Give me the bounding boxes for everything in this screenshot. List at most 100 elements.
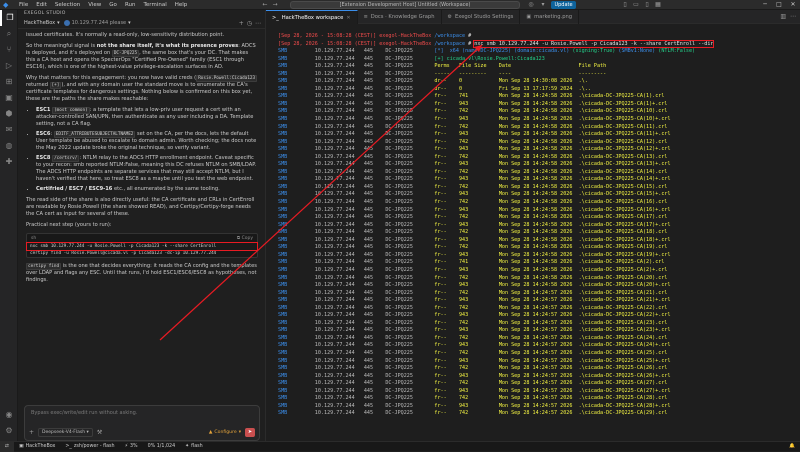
tab-docs-knowledge-graph[interactable]: ≡ Docs · Knowledge Graph — [358, 10, 442, 24]
dir-entry-line: SMB 10.129.77.244 445 DC-JPQ225 fr-- 943… — [278, 282, 671, 289]
server-tab-label: 10.129.77.244 please — [71, 20, 127, 26]
dir-entry-line: SMB 10.129.77.244 445 DC-JPQ225 dr-- 0 F… — [278, 85, 591, 92]
menu-selection[interactable]: Selection — [51, 0, 84, 10]
menu-help[interactable]: Help — [171, 0, 192, 10]
dir-entry-line: SMB 10.129.77.244 445 DC-JPQ225 fr-- 742… — [278, 380, 668, 387]
forward-arrow-icon[interactable]: → — [270, 0, 280, 10]
dir-entry-line: SMB 10.129.77.244 445 DC-JPQ225 fr-- 742… — [278, 395, 668, 402]
dir-entry-line: SMB 10.129.77.244 445 DC-JPQ225 fr-- 742… — [278, 108, 668, 115]
docs-icon: ≡ — [363, 14, 368, 20]
history-icon[interactable]: ◷ — [247, 20, 252, 27]
title-bar: ◆ File Edit Selection View Go Run Termin… — [0, 0, 800, 10]
status-tokens[interactable]: 0% 1/1,024 — [143, 442, 181, 452]
layout-customize-icon[interactable]: ▦ — [653, 0, 663, 10]
dir-entry-line: SMB 10.129.77.244 445 DC-JPQ225 fr-- 943… — [278, 206, 671, 213]
copy-code-button[interactable]: ⧉ Copy — [237, 235, 253, 242]
menu-run[interactable]: Run — [121, 0, 140, 10]
tab-exegol-settings[interactable]: ⚙ Exegol Studio Settings — [442, 10, 521, 24]
panel-tabs: HackTheBox ▾ 10.129.77.244 please ▾ + ◷ … — [18, 18, 265, 29]
smb-auth-line: SMB 10.129.77.244 445 DC-JPQ225 [+] cica… — [278, 55, 545, 62]
maximize-icon[interactable]: □ — [772, 0, 786, 10]
back-arrow-icon[interactable]: ← — [260, 0, 270, 10]
panel-header: EXEGOL STUDIO — [24, 11, 66, 16]
more-icon[interactable]: ⋯ — [255, 20, 261, 27]
layout-sidebar-left-icon[interactable]: ▯ — [620, 0, 630, 10]
tools-icon[interactable]: ⚒ — [97, 429, 102, 436]
close-tab-icon[interactable]: ✕ — [346, 15, 350, 21]
configure-button[interactable]: ▲ Configure ▾ — [209, 430, 241, 435]
code-line-nxc[interactable]: nxc smb 10.129.77.244 -u Rosie.Powell -p… — [26, 242, 258, 251]
chat-input-placeholder: Bypass exec/write/edit run without askin… — [31, 410, 138, 416]
editor-tabs: >_ HackTheBox workspace ✕ ≡ Docs · Knowl… — [266, 10, 800, 24]
account-icon[interactable]: ◉ — [0, 407, 18, 423]
extensions-icon[interactable]: ⊞ — [0, 74, 18, 90]
layout-sidebar-right-icon[interactable]: ▯ — [642, 0, 652, 10]
dir-entry-line: SMB 10.129.77.244 445 DC-JPQ225 fr-- 943… — [278, 357, 671, 364]
status-workspace[interactable]: ▣ HackTheBox — [14, 442, 60, 452]
warning-icon: ▲ — [208, 429, 213, 435]
explorer-icon[interactable]: ❐ — [0, 10, 18, 26]
menu-file[interactable]: File — [15, 0, 32, 10]
dir-entry-line: SMB 10.129.77.244 445 DC-JPQ225 fr-- 742… — [278, 274, 668, 281]
server-status-dot — [63, 20, 70, 26]
workspace-tab[interactable]: HackTheBox ▾ — [24, 20, 60, 26]
tab-hackthebox-workspace[interactable]: >_ HackTheBox workspace ✕ — [266, 10, 358, 24]
terminal-output[interactable]: [Sep 28, 2026 - 15:08:28 (CEST)] exegol-… — [266, 24, 800, 441]
dir-dash-line: SMB 10.129.77.244 445 DC-JPQ225 ----- --… — [278, 70, 607, 77]
model-selector[interactable]: Deepseek-V4-Flash ▾ — [38, 427, 93, 437]
layout-panel-icon[interactable]: ▭ — [631, 0, 641, 10]
update-button[interactable]: Update — [551, 1, 576, 9]
chat-icon[interactable]: ✉ — [0, 122, 18, 138]
notifications-icon[interactable]: 🔔 — [784, 442, 800, 452]
settings-gear-icon[interactable]: ⚙ — [0, 423, 18, 439]
cpu-icon: ⚡ — [124, 443, 128, 449]
code-line-certipy[interactable]: certipy find -u Rosie.Powell@cicada.vl -… — [27, 250, 257, 257]
dir-entry-line: SMB 10.129.77.244 445 DC-JPQ225 fr-- 943… — [278, 191, 671, 198]
dir-entry-line: SMB 10.129.77.244 445 DC-JPQ225 fr-- 742… — [278, 410, 668, 417]
menu-go[interactable]: Go — [105, 0, 121, 10]
terminal-small-icon: >_ — [65, 443, 72, 449]
source-control-icon[interactable]: ⑂ — [0, 42, 18, 58]
dir-entry-line: SMB 10.129.77.244 445 DC-JPQ225 fr-- 742… — [278, 289, 668, 296]
command-center[interactable]: [Extension Development Host] Untitled (W… — [290, 1, 520, 9]
chat-input[interactable]: Bypass exec/write/edit run without askin… — [24, 405, 260, 441]
split-editor-icon[interactable]: ▥ — [780, 13, 786, 20]
code-block: sh ⧉ Copy nxc smb 10.129.77.244 -u Rosie… — [26, 233, 258, 258]
window-title: [Extension Development Host] Untitled (W… — [339, 2, 471, 8]
menu-terminal[interactable]: Terminal — [139, 0, 170, 10]
more-actions-icon[interactable]: ⋯ — [790, 13, 796, 20]
activity-bar: ❐ ⌕ ⑂ ▷ ⊞ ▣ ⬢ ✉ ◍ ✚ ◉ ⚙ — [0, 10, 18, 441]
new-chat-icon[interactable]: + — [239, 20, 244, 27]
status-shell[interactable]: >_ zsh/power - flash — [60, 442, 119, 452]
copilot-icon[interactable]: ◎ — [526, 0, 536, 10]
chat-paragraph: Why that matters for this engagement: yo… — [26, 75, 258, 102]
menu-edit[interactable]: Edit — [32, 0, 51, 10]
dir-entry-line: SMB 10.129.77.244 445 DC-JPQ225 fr-- 742… — [278, 229, 668, 236]
globe-icon[interactable]: ◍ — [0, 138, 18, 154]
run-debug-icon[interactable]: ▷ — [0, 58, 18, 74]
chevron-down-icon[interactable]: ▾ — [538, 0, 548, 10]
menu-view[interactable]: View — [84, 0, 105, 10]
dir-entry-line: SMB 10.129.77.244 445 DC-JPQ225 fr-- 742… — [278, 244, 668, 251]
list-item: ESC6: EDITF_ATTRIBUTESUBJECTALTNAME2 set… — [36, 131, 258, 152]
dir-entry-line: SMB 10.129.77.244 445 DC-JPQ225 fr-- 943… — [278, 297, 671, 304]
remote-indicator[interactable]: ⇄ — [0, 441, 15, 452]
dir-entry-line: SMB 10.129.77.244 445 DC-JPQ225 fr-- 943… — [278, 161, 671, 168]
minimize-icon[interactable]: ─ — [758, 0, 772, 10]
list-item: ESC8 /certsrv/: NTLM relay to the ADCS H… — [36, 155, 258, 183]
send-button[interactable]: ➤ — [245, 427, 255, 437]
remote-explorer-icon[interactable]: ▣ — [0, 90, 18, 106]
close-icon[interactable]: ✕ — [786, 0, 800, 10]
search-icon[interactable]: ⌕ — [0, 26, 18, 42]
attach-icon[interactable]: + — [29, 429, 34, 436]
dir-entry-line: SMB 10.129.77.244 445 DC-JPQ225 fr-- 943… — [278, 100, 668, 107]
server-tab[interactable]: 10.129.77.244 please ▾ — [63, 20, 131, 26]
status-flash[interactable]: ✦ flash — [180, 442, 208, 452]
window-controls: ─ □ ✕ — [758, 0, 800, 10]
status-percent[interactable]: ⚡ 3% — [120, 442, 143, 452]
tab-marketing-png[interactable]: ▣ marketing.png — [520, 10, 580, 24]
chat-paragraph: Practical next step (yours to run): — [26, 222, 112, 228]
puzzle-icon[interactable]: ✚ — [0, 154, 18, 170]
exegol-icon[interactable]: ⬢ — [0, 106, 18, 122]
dir-entry-line: SMB 10.129.77.244 445 DC-JPQ225 fr-- 943… — [278, 342, 671, 349]
